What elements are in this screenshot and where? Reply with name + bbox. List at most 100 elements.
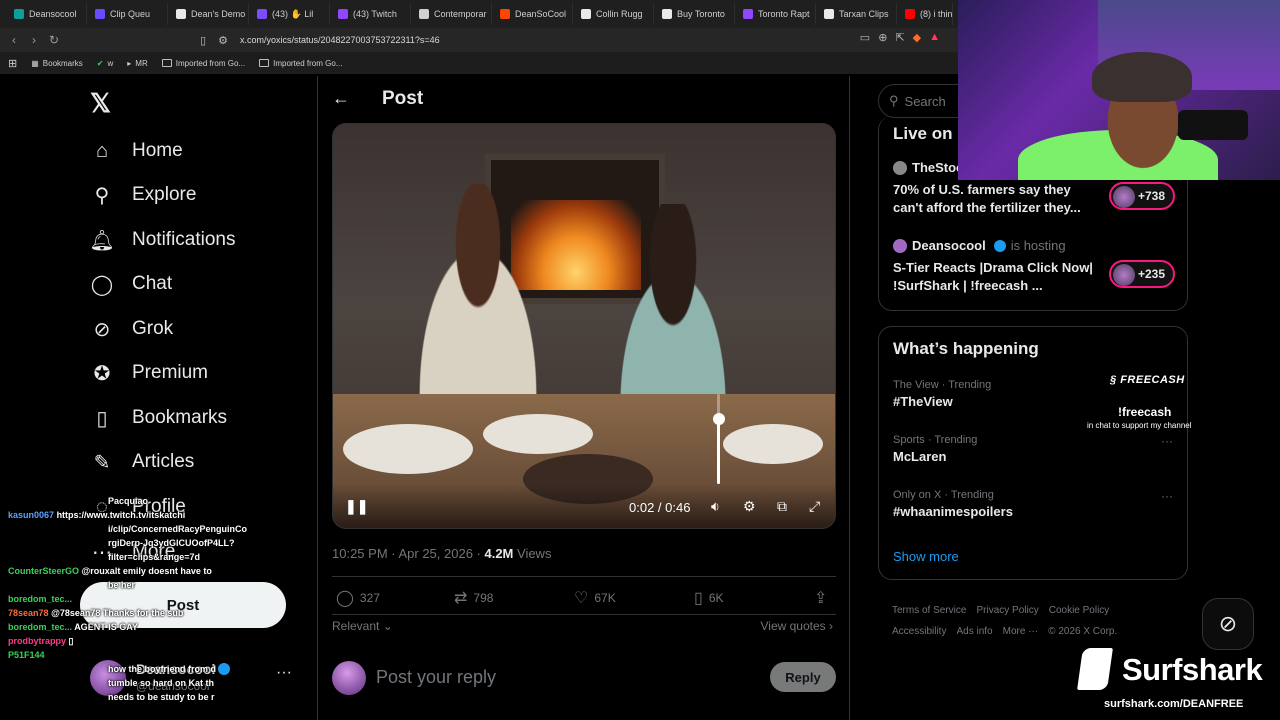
browser-tab[interactable]: (8) i think i	[897, 3, 953, 25]
browser-tab[interactable]: Buy Toronto	[654, 3, 735, 25]
forward-icon[interactable]: ›	[24, 30, 44, 50]
browser-tab[interactable]: Deansocool	[6, 3, 87, 25]
tab-label: Contemporar	[434, 9, 487, 19]
avatar	[332, 661, 366, 695]
grok-float-button[interactable]: ⊘	[1202, 598, 1254, 650]
nav-item-articles[interactable]: ✎ Articles	[90, 447, 195, 477]
settings-gear-icon[interactable]: ⚙	[743, 498, 756, 515]
browser-tab[interactable]: Contemporar	[411, 3, 492, 25]
nav-item-notifications[interactable]: 🔔︎ Notifications	[89, 225, 236, 255]
like-count: 67K	[594, 591, 616, 605]
surfshark-logo-icon	[1077, 648, 1113, 690]
view-quotes-link[interactable]: View quotes ›	[761, 619, 834, 633]
nav-item-explore[interactable]: ⚲ Explore	[90, 180, 197, 210]
nav-item-premium[interactable]: ✪ Premium	[90, 358, 208, 388]
chat-message: boredom_tec...	[8, 592, 72, 606]
show-more-link[interactable]: Show more	[893, 549, 959, 564]
browser-tab[interactable]: Toronto Rapt	[735, 3, 816, 25]
bookmark-folder-2[interactable]: Imported from Go...	[259, 59, 342, 68]
footer-link[interactable]: Terms of Service	[892, 605, 966, 616]
browser-tab[interactable]: DeanSoCool	[492, 3, 573, 25]
nav-item-chat[interactable]: ◯ Chat	[90, 269, 172, 299]
pause-icon[interactable]: ❚❚	[345, 498, 368, 515]
zoom-icon[interactable]: ⊕	[878, 31, 887, 44]
share-icon[interactable]: ⇱	[895, 31, 904, 44]
tab-label: (43) ✋ Lil	[272, 8, 314, 19]
chat-text: https://www.twitch.tv/itskatchi	[56, 510, 186, 520]
browser-tab[interactable]: (43) Twitch	[330, 3, 411, 25]
bookmark-action[interactable]: ▯ 6K	[694, 588, 724, 608]
x-logo-icon[interactable]: 𝕏	[90, 88, 111, 119]
address-bar[interactable]: ▯ ⚙ x.com/yoxics/status/2048227003753722…	[200, 30, 950, 50]
footer-link[interactable]: Accessibility	[892, 626, 946, 637]
trend-item[interactable]: Sports · Trending McLaren ···	[893, 434, 1183, 464]
chat-message: rgiDerp-Jq3ydGlCUOofP4LL?	[108, 536, 235, 550]
picture-in-picture-icon[interactable]: ⧉	[777, 498, 787, 515]
heart-icon: ♡	[574, 590, 589, 607]
volume-icon[interactable]: 🔉︎	[711, 498, 720, 515]
reply-sort-dropdown[interactable]: Relevant ⌄	[332, 619, 393, 633]
chat-message: be her	[108, 578, 135, 592]
bookmark-w[interactable]: ✔ w	[97, 59, 113, 68]
back-arrow-icon[interactable]: ←	[332, 88, 350, 109]
chat-username: CounterSteerGO	[8, 566, 80, 576]
main-column: ← Post ❚❚ 0:02 / 0:46 🔉︎ ⚙ ⧉ ⤢ 10:25 PM …	[318, 76, 850, 720]
back-icon[interactable]: ‹	[4, 30, 24, 50]
site-info-icon[interactable]: ⚙	[218, 34, 228, 47]
tab-favicon-icon	[743, 9, 753, 19]
cast-icon[interactable]: ▭	[860, 31, 870, 44]
chat-text: tumble so hard on Kat th	[108, 678, 215, 688]
bookmark-label: MR	[135, 58, 148, 68]
footer-link[interactable]: © 2026 X Corp.	[1048, 626, 1117, 637]
tab-label: Collin Rugg	[596, 9, 643, 19]
more-dots-icon[interactable]: ···	[1161, 434, 1173, 448]
bookmark-bookmarks[interactable]: ▦ Bookmarks	[31, 59, 83, 68]
apps-grid-icon[interactable]: ⊞	[8, 57, 17, 70]
bookmark-folder-1[interactable]: Imported from Go...	[161, 59, 245, 68]
browser-tab[interactable]: Clip Queu	[87, 3, 168, 25]
reply-button[interactable]: Reply	[770, 662, 836, 692]
live-item[interactable]: Deansocool is hosting S-Tier Reacts |Dram…	[893, 238, 1183, 295]
trend-context: Only on X · Trending	[893, 489, 994, 501]
chat-message: 78sean78 @78sean78 Thanks for the sub	[8, 606, 183, 620]
nav-item-bookmarks[interactable]: ▯ Bookmarks	[90, 403, 227, 433]
more-dots-icon[interactable]: ···	[1161, 489, 1173, 503]
reload-icon[interactable]: ↻	[44, 30, 64, 50]
repost-action[interactable]: ⇄ 798	[454, 588, 493, 608]
nav-item-grok[interactable]: ⊘ Grok	[90, 314, 174, 344]
browser-tab[interactable]: Dean's Demo	[168, 3, 249, 25]
browser-tab[interactable]: (43) ✋ Lil	[249, 3, 330, 25]
trend-item[interactable]: Only on X · Trending #whaanimespoilers ···	[893, 489, 1183, 519]
video-time: 0:02 / 0:46	[629, 500, 691, 515]
footer-link[interactable]: More ···	[1003, 626, 1039, 637]
footer-link[interactable]: Ads info	[956, 626, 992, 637]
brave-shield-icon[interactable]: ◆	[913, 31, 921, 44]
tab-label: Buy Toronto	[677, 9, 725, 19]
bookmark-page-icon[interactable]: ▯	[200, 34, 206, 47]
share-action[interactable]: ⇪	[814, 588, 827, 608]
chat-username: prodbytrappy	[8, 636, 67, 646]
footer-link[interactable]: Privacy Policy	[976, 605, 1038, 616]
repost-count: 798	[473, 591, 494, 605]
reply-action[interactable]: ◯ 327	[336, 588, 380, 608]
tab-favicon-icon	[905, 9, 915, 19]
fullscreen-icon[interactable]: ⤢	[809, 498, 820, 515]
chat-text: ▯	[68, 636, 74, 646]
reply-input[interactable]: Post your reply	[376, 667, 496, 688]
bookmark-mr[interactable]: ▸ MR	[127, 59, 147, 68]
nav-item-label: Notifications	[132, 229, 236, 250]
video-player[interactable]: ❚❚ 0:02 / 0:46 🔉︎ ⚙ ⧉ ⤢	[332, 123, 836, 529]
like-action[interactable]: ♡ 67K	[574, 588, 616, 608]
listener-count-pill: +235	[1109, 260, 1175, 288]
volume-slider[interactable]	[713, 394, 725, 484]
volume-knob[interactable]	[713, 413, 725, 426]
timestamp-text[interactable]: 10:25 PM · Apr 25, 2026 ·	[332, 546, 484, 561]
browser-tab[interactable]: Collin Rugg	[573, 3, 654, 25]
footer-link[interactable]: Cookie Policy	[1049, 605, 1110, 616]
nav-item-label: Premium	[132, 362, 209, 383]
browser-tab[interactable]: Tarxan Clips	[816, 3, 897, 25]
avatar	[893, 238, 907, 253]
tab-favicon-icon	[662, 9, 672, 19]
brave-rewards-icon[interactable]: ▲	[929, 31, 940, 44]
nav-item-home[interactable]: ⌂ Home	[90, 136, 183, 166]
